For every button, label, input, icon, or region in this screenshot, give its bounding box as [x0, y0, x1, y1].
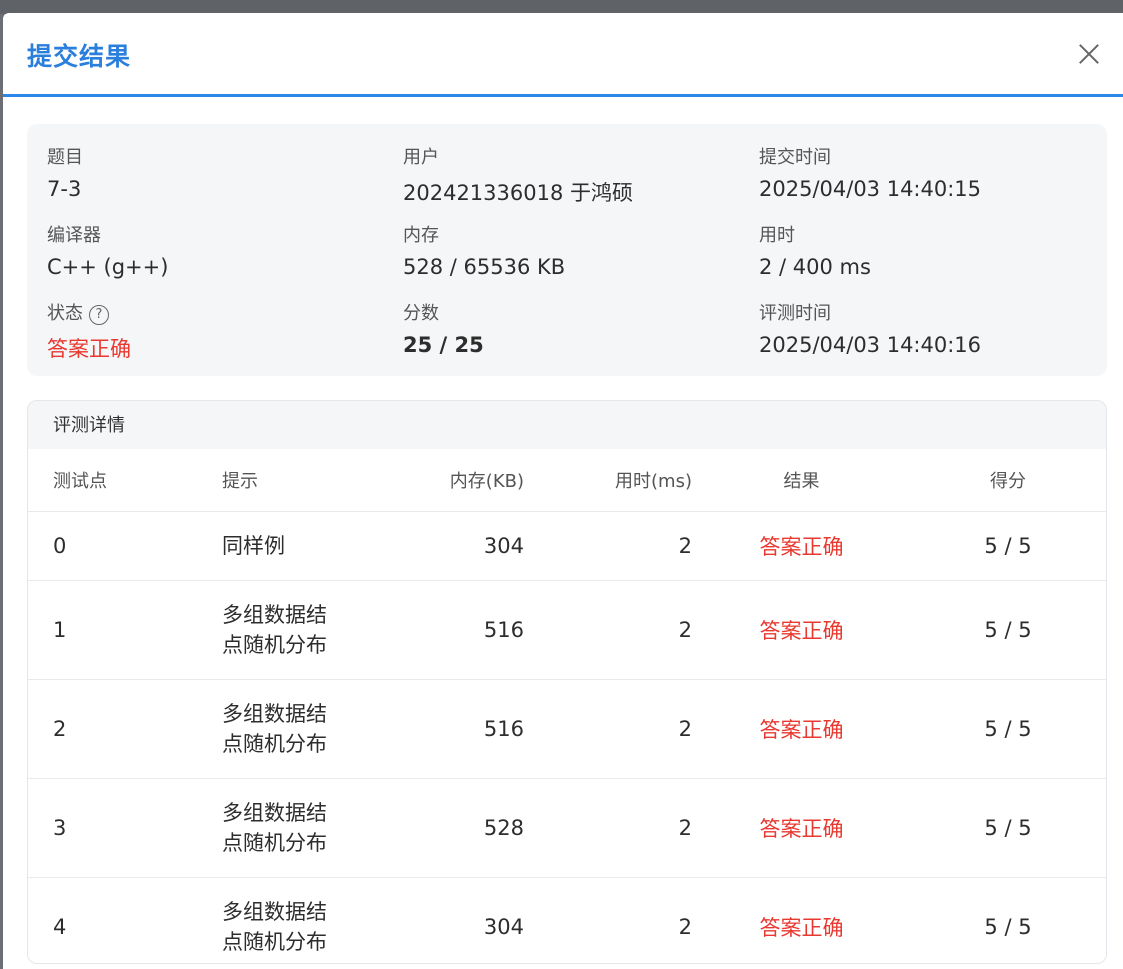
user-label: 用户: [403, 147, 439, 168]
status-value: 答案正确: [47, 337, 131, 361]
background-page-header: [0, 0, 1123, 14]
testcase-memory: 304: [373, 511, 524, 581]
compiler-value: C++ (g++): [47, 255, 169, 279]
judge-details-card: 评测详情 测试点 提示 内存(KB) 用时(ms) 结果 得分 0 同样例 30…: [27, 400, 1107, 964]
info-status: 状态? 答案正确: [47, 299, 131, 363]
table-row: 3 多组数据结 点随机分布 528 2 答案正确 5 / 5: [28, 778, 1106, 878]
status-label: 状态: [47, 303, 83, 324]
testcase-score: 5 / 5: [910, 511, 1106, 581]
col-header-testcase: 测试点: [28, 449, 221, 512]
testcase-id: 4: [53, 915, 67, 939]
judge-time-label: 评测时间: [759, 303, 831, 324]
info-time-used: 用时 2 / 400 ms: [759, 221, 871, 279]
submit-time-value: 2025/04/03 14:40:15: [759, 177, 982, 201]
testcase-memory: 516: [373, 580, 524, 680]
col-header-score: 得分: [910, 449, 1106, 512]
testcase-time: 2: [678, 915, 692, 939]
status-label-row: 状态?: [47, 299, 131, 325]
testcase-result: 答案正确: [693, 580, 910, 680]
table-row: 0 同样例 304 2 答案正确 5 / 5: [28, 511, 1106, 581]
time-used-value: 2 / 400 ms: [759, 255, 871, 279]
table-row: 1 多组数据结 点随机分布 516 2 答案正确 5 / 5: [28, 580, 1106, 680]
col-header-result: 结果: [693, 449, 910, 512]
modal-header: 提交结果: [3, 13, 1123, 97]
testcase-id: 2: [28, 679, 221, 779]
testcase-score: 5 / 5: [910, 778, 1106, 878]
testcase-id: 0: [28, 511, 221, 581]
judge-time-value: 2025/04/03 14:40:16: [759, 333, 982, 357]
testcase-time: 2: [524, 580, 693, 680]
testcase-score: 5 / 5: [984, 915, 1032, 939]
testcase-memory: 528: [373, 778, 524, 878]
testcase-result: 答案正确: [693, 511, 910, 581]
time-used-label: 用时: [759, 225, 795, 246]
testcase-time: 2: [524, 778, 693, 878]
user-value: 202421336018 于鸿硕: [403, 181, 634, 205]
table-row: 4 多组数据结 点随机分布 304 2 答案正确 5 / 5: [28, 878, 1106, 964]
problem-label: 题目: [47, 147, 83, 168]
info-problem: 题目 7-3: [47, 143, 83, 201]
col-header-memory: 内存(KB): [373, 449, 524, 512]
compiler-label: 编译器: [47, 225, 101, 246]
col-header-time: 用时(ms): [524, 449, 693, 512]
testcase-hint: 同样例: [221, 511, 373, 581]
testcase-memory: 304: [483, 915, 524, 939]
help-icon[interactable]: ?: [89, 305, 109, 325]
testcase-result: 答案正确: [693, 778, 910, 878]
problem-value: 7-3: [47, 177, 82, 201]
score-value: 25 / 25: [403, 333, 484, 357]
table-row: 2 多组数据结 点随机分布 516 2 答案正确 5 / 5: [28, 679, 1106, 779]
testcase-score: 5 / 5: [910, 679, 1106, 779]
submission-info-card: 题目 7-3 用户 202421336018 于鸿硕 提交时间 2025/04/…: [27, 124, 1107, 376]
score-label: 分数: [403, 303, 439, 324]
info-judge-time: 评测时间 2025/04/03 14:40:16: [759, 299, 981, 357]
modal-title: 提交结果: [27, 42, 132, 71]
judge-details-table: 测试点 提示 内存(KB) 用时(ms) 结果 得分 0 同样例 304 2 答…: [28, 449, 1106, 964]
testcase-time: 2: [524, 679, 693, 779]
testcase-id: 3: [28, 778, 221, 878]
table-header-row: 测试点 提示 内存(KB) 用时(ms) 结果 得分: [28, 449, 1106, 512]
judge-details-title: 评测详情: [28, 401, 1106, 449]
testcase-hint: 多组数据结 点随机分布: [221, 580, 373, 680]
testcase-id: 1: [28, 580, 221, 680]
info-submit-time: 提交时间 2025/04/03 14:40:15: [759, 143, 981, 201]
testcase-hint: 多组数据结 点随机分布: [222, 900, 327, 954]
testcase-time: 2: [524, 511, 693, 581]
testcase-score: 5 / 5: [910, 580, 1106, 680]
submission-result-modal: 提交结果 题目 7-3 用户 202421336018 于鸿硕 提交时间 202…: [3, 13, 1123, 969]
testcase-result: 答案正确: [693, 679, 910, 779]
info-score: 分数 25 / 25: [403, 299, 484, 357]
testcase-hint: 多组数据结 点随机分布: [221, 778, 373, 878]
testcase-result: 答案正确: [759, 916, 844, 940]
info-compiler: 编译器 C++ (g++): [47, 221, 168, 279]
memory-value: 528 / 65536 KB: [403, 255, 566, 279]
testcase-memory: 516: [373, 679, 524, 779]
memory-label: 内存: [403, 225, 439, 246]
info-user: 用户 202421336018 于鸿硕: [403, 143, 633, 207]
close-icon[interactable]: [1077, 41, 1101, 65]
col-header-hint: 提示: [221, 449, 373, 512]
info-memory: 内存 528 / 65536 KB: [403, 221, 565, 279]
submit-time-label: 提交时间: [759, 147, 831, 168]
testcase-hint: 多组数据结 点随机分布: [221, 679, 373, 779]
